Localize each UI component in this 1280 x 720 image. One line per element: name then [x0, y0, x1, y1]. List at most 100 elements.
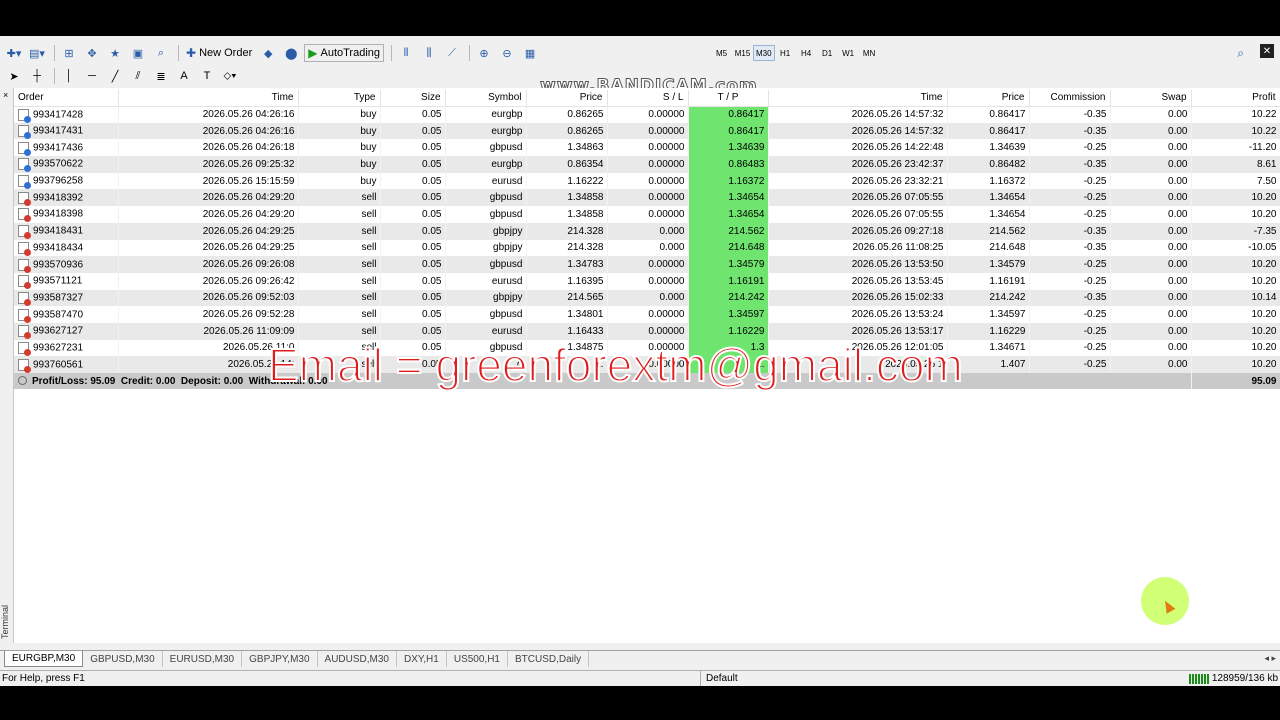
- vertical-line-icon[interactable]: │: [59, 67, 79, 85]
- cell-price: 0.86417: [947, 106, 1030, 123]
- fibonacci-icon[interactable]: ≣: [151, 67, 171, 85]
- timeframe-w1[interactable]: W1: [838, 45, 859, 61]
- navigator-icon[interactable]: ✥: [82, 44, 102, 62]
- market-watch-icon[interactable]: ⊞: [59, 44, 79, 62]
- table-row[interactable]: 993418392 2026.05.26 04:29:20 sell 0.05 gbpu…: [14, 189, 1280, 207]
- column-header[interactable]: T / P: [688, 90, 769, 107]
- zoom-in-icon[interactable]: ⊕: [474, 44, 494, 62]
- cell-size: 0.05: [380, 139, 446, 157]
- signals-icon[interactable]: ⬤: [281, 44, 301, 62]
- candlestick-icon[interactable]: ⫼: [419, 44, 439, 62]
- cell-time: 2026.05.26 14:57:32: [768, 122, 948, 140]
- cell-price: 0.86417: [947, 122, 1030, 140]
- table-row[interactable]: 993417436 2026.05.26 04:26:18 buy 0.05 gbpus…: [14, 139, 1280, 157]
- timeframe-m30[interactable]: M30: [753, 45, 775, 61]
- favorites-icon[interactable]: ★: [105, 44, 125, 62]
- chart-tab[interactable]: US500,H1: [447, 651, 508, 667]
- cell-symbol: gbpusd: [445, 256, 527, 273]
- table-row[interactable]: 993570622 2026.05.26 09:25:32 buy 0.05 eurgb…: [14, 156, 1280, 173]
- column-header[interactable]: Time: [118, 90, 299, 107]
- timeframe-h1[interactable]: H1: [775, 45, 796, 61]
- sell-order-icon: [18, 191, 31, 206]
- cell-time: 2026.05.26 13:53:50: [768, 256, 948, 273]
- cell-price: 0.86482: [947, 156, 1030, 173]
- strategy-tester-icon[interactable]: ⌕: [151, 44, 171, 62]
- table-row[interactable]: 993796258 2026.05.26 15:15:59 buy 0.05 eurus…: [14, 172, 1280, 190]
- metaeditor-icon[interactable]: ◆: [258, 44, 278, 62]
- table-row[interactable]: 993418431 2026.05.26 04:29:25 sell 0.05 gbpj…: [14, 222, 1280, 240]
- timeframe-d1[interactable]: D1: [817, 45, 838, 61]
- line-chart-icon[interactable]: ⟋: [442, 44, 462, 62]
- shapes-icon[interactable]: ⬦▾: [220, 67, 240, 85]
- chart-tab[interactable]: BTCUSD,Daily: [508, 651, 590, 667]
- table-row[interactable]: 993570936 2026.05.26 09:26:08 sell 0.05 gbpu…: [14, 256, 1280, 273]
- cell-price: 1.34801: [526, 306, 608, 323]
- table-row[interactable]: 993417431 2026.05.26 04:26:16 buy 0.05 eurgb…: [14, 122, 1280, 140]
- autotrading-button[interactable]: ▶ AutoTrading: [304, 44, 385, 62]
- new-chart-icon[interactable]: ✚▾: [4, 44, 24, 62]
- new-order-icon: ✚: [186, 46, 197, 60]
- chart-tab[interactable]: GBPUSD,M30: [83, 651, 163, 667]
- cell-s-l: 0.000: [607, 222, 689, 240]
- column-header[interactable]: Order: [14, 90, 119, 107]
- table-row[interactable]: 993418434 2026.05.26 04:29:25 sell 0.05 gbpj…: [14, 239, 1280, 257]
- tile-windows-icon[interactable]: ▦: [520, 44, 540, 62]
- timeframe-m5[interactable]: M5: [711, 45, 732, 61]
- bar-chart-icon[interactable]: ⫴: [396, 44, 416, 62]
- cell-swap: 0.00: [1110, 256, 1192, 273]
- cell-price: 0.86354: [526, 156, 608, 173]
- timeframe-h4[interactable]: H4: [796, 45, 817, 61]
- cell-swap: 0.00: [1110, 339, 1192, 357]
- column-header[interactable]: Type: [298, 90, 381, 107]
- close-icon[interactable]: ✕: [1260, 44, 1274, 58]
- text-label-icon[interactable]: T: [197, 67, 217, 85]
- column-header[interactable]: Symbol: [445, 90, 527, 107]
- new-order-button[interactable]: ✚ New Order: [183, 44, 255, 62]
- column-header[interactable]: Time: [768, 90, 948, 107]
- column-header[interactable]: Swap: [1110, 90, 1192, 107]
- text-icon[interactable]: A: [174, 67, 194, 85]
- cell-size: 0.05: [380, 172, 446, 190]
- buy-order-icon: [18, 141, 31, 156]
- column-header[interactable]: Profit: [1191, 90, 1280, 107]
- cell-symbol: eurusd: [445, 272, 527, 290]
- channel-icon[interactable]: ⫽: [128, 67, 148, 85]
- chart-tab[interactable]: EURGBP,M30: [4, 651, 84, 667]
- cell-price: 1.16191: [947, 272, 1030, 290]
- data-window-icon[interactable]: ▣: [128, 44, 148, 62]
- profiles-icon[interactable]: ▤▾: [27, 44, 47, 62]
- column-header[interactable]: S / L: [607, 90, 689, 107]
- chart-tab[interactable]: EURUSD,M30: [163, 651, 243, 667]
- column-header[interactable]: Price: [526, 90, 608, 107]
- cell-profit: 8.61: [1191, 156, 1280, 173]
- chart-tab[interactable]: DXY,H1: [397, 651, 447, 667]
- zoom-out-icon[interactable]: ⊖: [497, 44, 517, 62]
- table-row[interactable]: 993418398 2026.05.26 04:29:20 sell 0.05 gbpu…: [14, 206, 1280, 223]
- cell-size: 0.05: [380, 239, 446, 257]
- chart-tab[interactable]: GBPJPY,M30: [242, 651, 318, 667]
- table-row[interactable]: 993571121 2026.05.26 09:26:42 sell 0.05 euru…: [14, 272, 1280, 290]
- column-header[interactable]: Size: [380, 90, 446, 107]
- horizontal-line-icon[interactable]: ─: [82, 67, 102, 85]
- chart-tab[interactable]: AUDUSD,M30: [318, 651, 397, 667]
- timeframe-mn[interactable]: MN: [859, 45, 880, 61]
- cell-s-l: 0.00000: [607, 156, 689, 173]
- cell-symbol: eurgbp: [445, 122, 527, 140]
- table-row[interactable]: 993587327 2026.05.26 09:52:03 sell 0.05 gbpj…: [14, 289, 1280, 307]
- timeframe-m15[interactable]: M15: [732, 45, 753, 61]
- terminal-close-icon[interactable]: ×: [3, 90, 8, 100]
- search-icon[interactable]: ⌕: [1237, 46, 1244, 61]
- column-header[interactable]: Price: [947, 90, 1030, 107]
- cursor-icon[interactable]: ➤: [4, 67, 24, 85]
- table-row[interactable]: 993587470 2026.05.26 09:52:28 sell 0.05 gbpu…: [14, 306, 1280, 323]
- tab-scroll-arrows-icon[interactable]: ◂ ▸: [1264, 653, 1276, 664]
- order-number: 993418434: [33, 242, 84, 254]
- cell-t-p: 214.562: [688, 222, 769, 240]
- column-header[interactable]: Commission: [1029, 90, 1111, 107]
- cell-time: 2026.05.26 04:29:25: [118, 222, 299, 240]
- cell-commission: -0.25: [1029, 339, 1111, 357]
- crosshair-icon[interactable]: ┼: [27, 67, 47, 85]
- cell-type: buy: [298, 139, 381, 157]
- trendline-icon[interactable]: ╱: [105, 67, 125, 85]
- table-row[interactable]: 993417428 2026.05.26 04:26:16 buy 0.05 eurgb…: [14, 106, 1280, 123]
